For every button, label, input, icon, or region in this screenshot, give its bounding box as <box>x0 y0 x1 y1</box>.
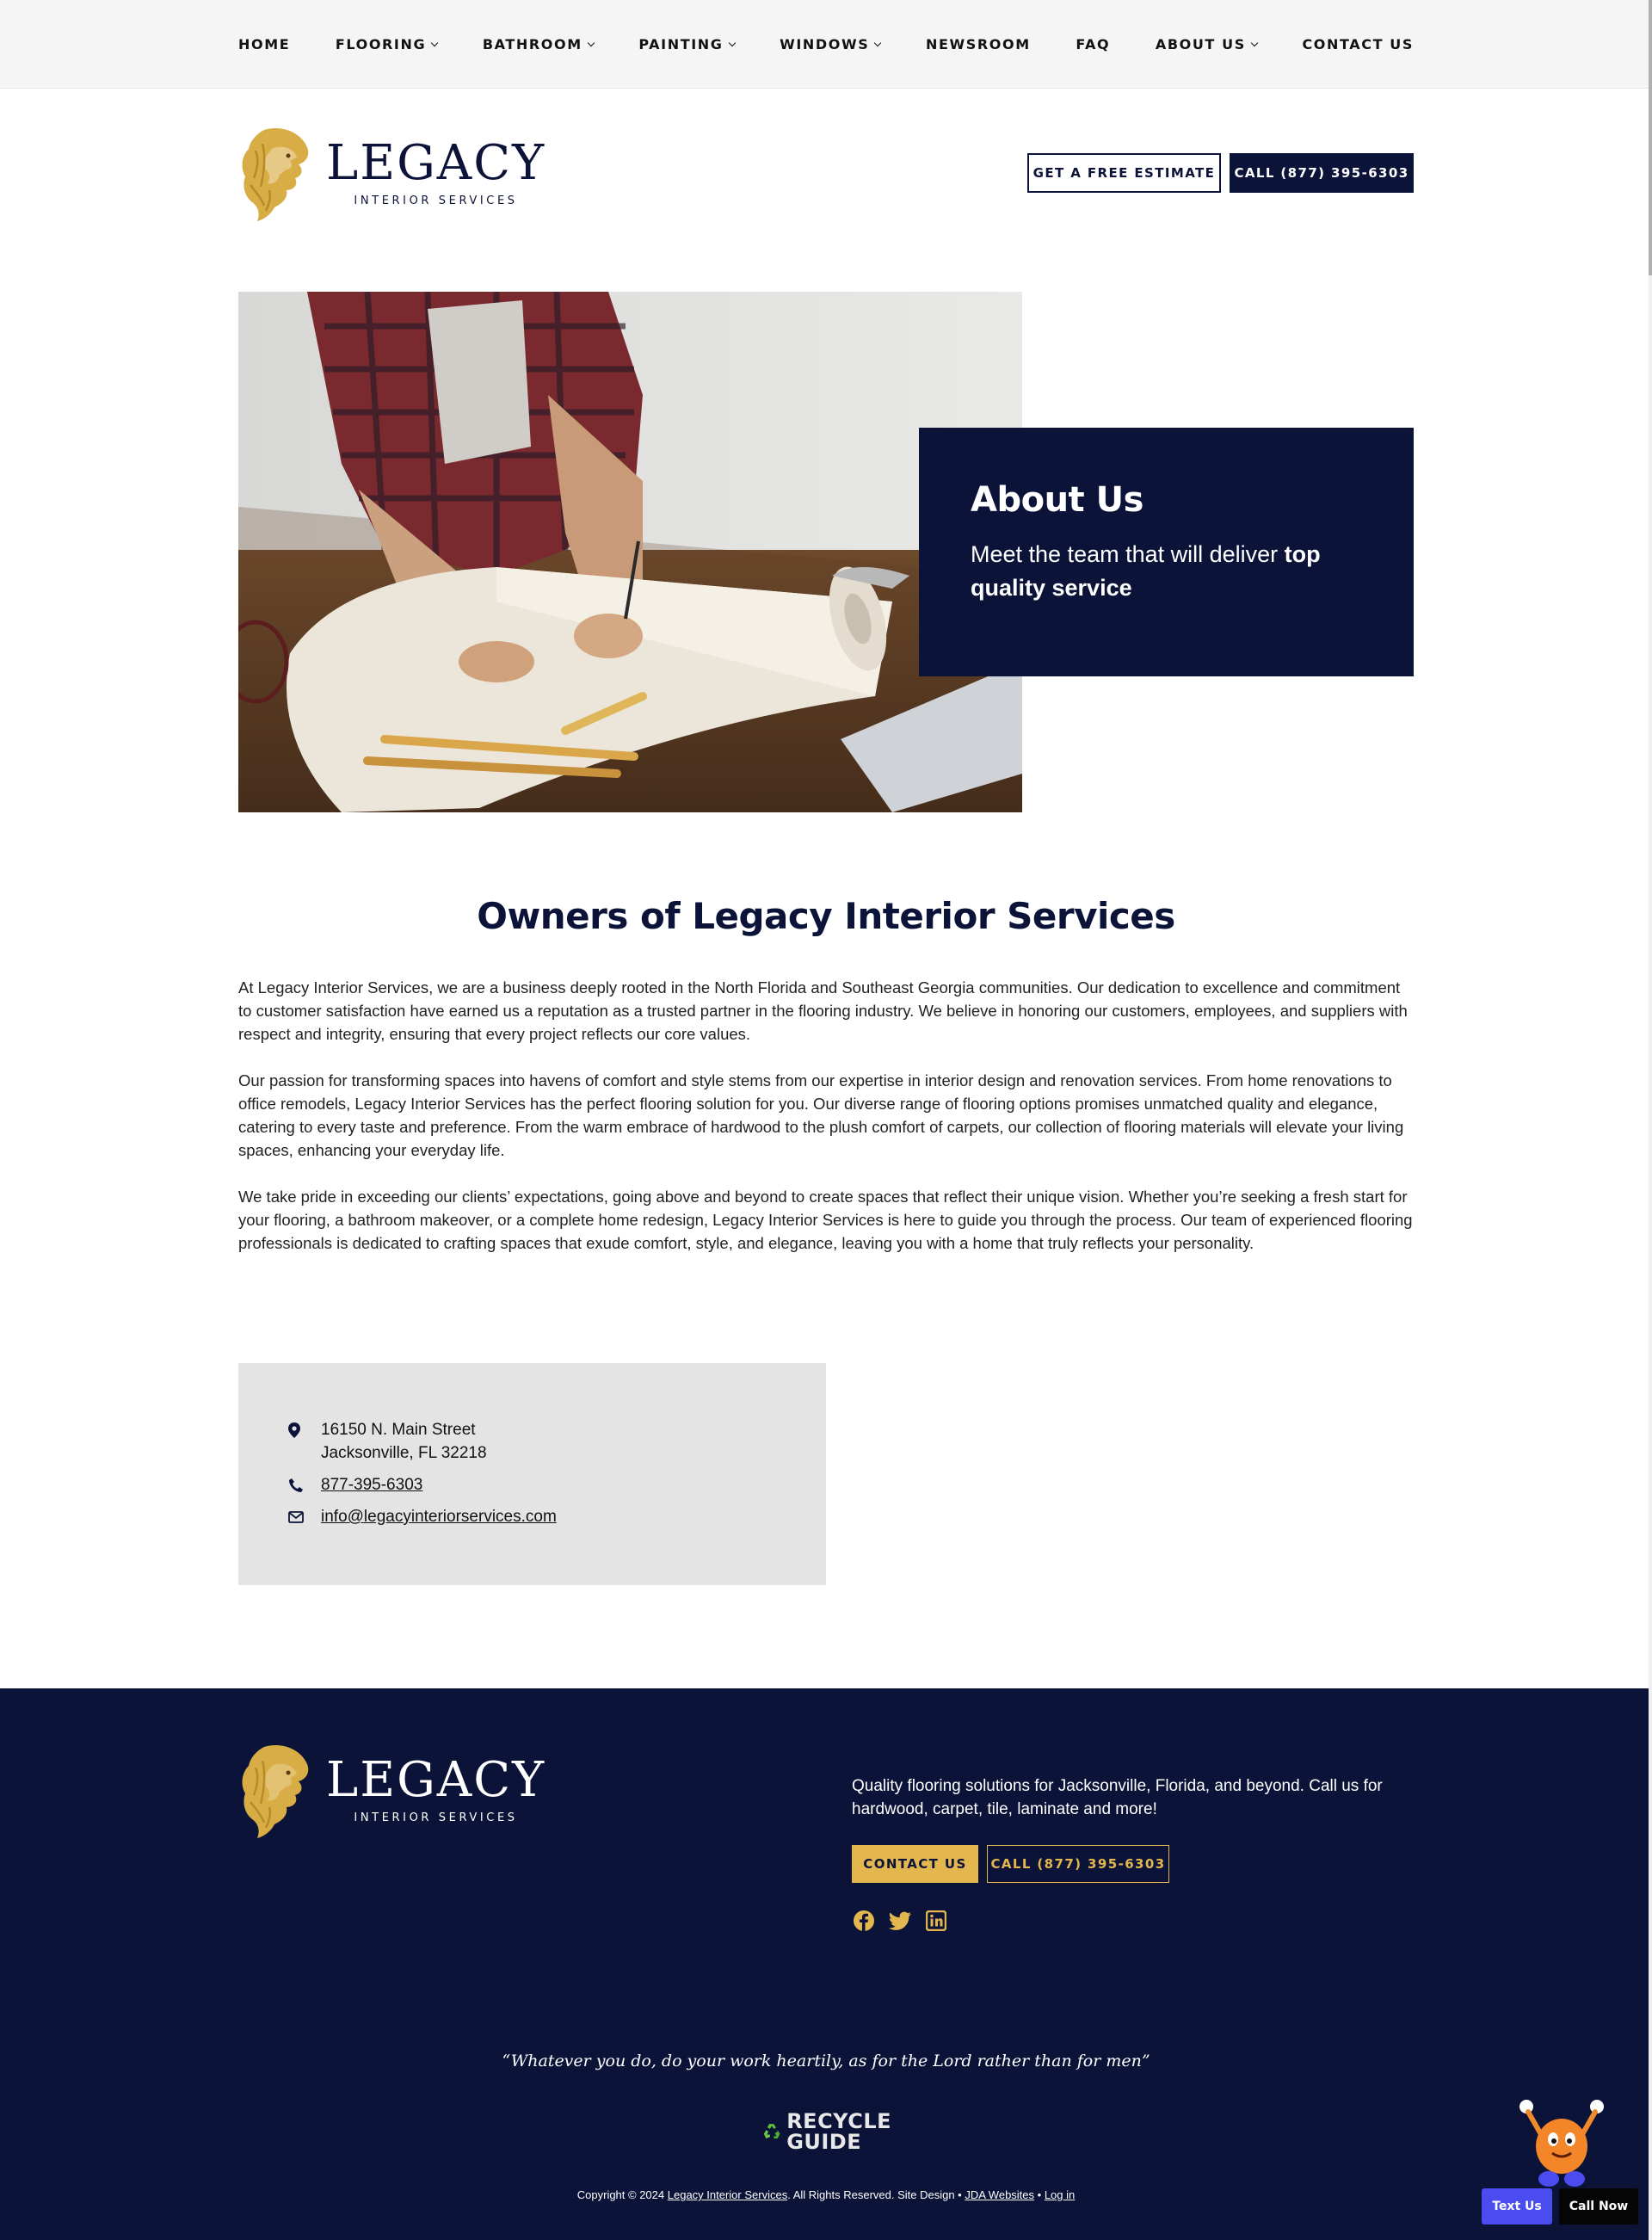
logo-brand-name: LEGACY <box>326 134 546 191</box>
copyright-middle: . All Rights Reserved. Site Design • <box>787 2188 965 2201</box>
nav-label: FAQ <box>1076 36 1111 52</box>
footer-tagline: Quality flooring solutions for Jacksonvi… <box>852 1777 1383 1818</box>
login-link[interactable]: Log in <box>1045 2188 1075 2201</box>
nav-menu: HOME FLOORING BATHROOM PAINTING WINDOWS … <box>238 0 1414 89</box>
call-button[interactable]: CALL (877) 395-6303 <box>1230 153 1414 193</box>
recycle-icon <box>763 2124 780 2138</box>
envelope-icon <box>288 1505 321 1528</box>
recycle-guide-badge[interactable]: RECYCLE GUIDE <box>762 2108 891 2155</box>
contact-card: 16150 N. Main Street Jacksonville, FL 32… <box>238 1363 826 1585</box>
nav-item-windows[interactable]: WINDOWS <box>780 36 882 52</box>
phone-row: 877-395-6303 <box>288 1473 826 1496</box>
social-links <box>852 1909 948 1933</box>
map-pin-icon <box>288 1418 321 1441</box>
logo-tagline: INTERIOR SERVICES <box>354 1811 518 1824</box>
recycle-line1: RECYCLE <box>786 2109 891 2133</box>
top-navigation: HOME FLOORING BATHROOM PAINTING WINDOWS … <box>0 0 1652 89</box>
facebook-icon[interactable] <box>852 1909 876 1933</box>
about-body: At Legacy Interior Services, we are a bu… <box>238 976 1414 1278</box>
recycle-line2: GUIDE <box>786 2130 862 2154</box>
nav-item-flooring[interactable]: FLOORING <box>335 36 439 52</box>
nav-label: NEWSROOM <box>925 36 1031 52</box>
phone-link[interactable]: 877-395-6303 <box>321 1473 422 1496</box>
nav-item-faq[interactable]: FAQ <box>1076 36 1110 52</box>
nav-label: CONTACT US <box>1302 36 1414 52</box>
nav-label: ABOUT US <box>1155 36 1246 52</box>
lion-logo-icon <box>242 128 309 221</box>
designer-drafting-illustration <box>238 292 1022 812</box>
address-line1: 16150 N. Main Street <box>321 1421 476 1439</box>
free-estimate-button[interactable]: GET A FREE ESTIMATE <box>1027 153 1221 193</box>
footer-contact-button[interactable]: CONTACT US <box>852 1845 978 1883</box>
header-logo[interactable]: LEGACY INTERIOR SERVICES <box>238 125 546 221</box>
footer-logo[interactable]: LEGACY INTERIOR SERVICES <box>238 1742 546 1838</box>
chevron-down-icon <box>1250 39 1259 46</box>
address: 16150 N. Main Street Jacksonville, FL 32… <box>321 1418 487 1465</box>
phone-icon <box>288 1473 321 1496</box>
hero-subtitle-text: Meet the team that will deliver <box>971 541 1285 567</box>
hero-title: About Us <box>971 480 1143 520</box>
footer-call-button[interactable]: CALL (877) 395-6303 <box>987 1845 1169 1883</box>
nav-label: WINDOWS <box>780 36 870 52</box>
nav-item-newsroom[interactable]: NEWSROOM <box>926 36 1031 52</box>
address-line2: Jacksonville, FL 32218 <box>321 1444 487 1462</box>
logo-tagline: INTERIOR SERVICES <box>354 194 518 207</box>
scrollbar-thumb[interactable] <box>1649 0 1652 275</box>
nav-item-painting[interactable]: PAINTING <box>638 36 736 52</box>
about-paragraph: Our passion for transforming spaces into… <box>238 1071 1404 1159</box>
chevron-down-icon <box>430 39 439 46</box>
owners-heading: Owners of Legacy Interior Services <box>477 895 1175 937</box>
logo-wordmark: LEGACY INTERIOR SERVICES <box>326 139 546 207</box>
page-scrollbar[interactable] <box>1649 0 1652 2240</box>
about-paragraph: We take pride in exceeding our clients’ … <box>238 1188 1413 1252</box>
mascot-chat-icon[interactable] <box>1514 2096 1609 2191</box>
nav-label: FLOORING <box>335 36 427 52</box>
text-us-button[interactable]: Text Us <box>1482 2188 1552 2225</box>
address-row: 16150 N. Main Street Jacksonville, FL 32… <box>288 1418 826 1465</box>
copyright: Copyright © 2024 Legacy Interior Service… <box>0 2188 1652 2201</box>
nav-item-home[interactable]: HOME <box>238 36 290 52</box>
company-link[interactable]: Legacy Interior Services <box>668 2188 787 2201</box>
nav-label: PAINTING <box>638 36 724 52</box>
chevron-down-icon <box>728 39 736 46</box>
copyright-prefix: Copyright © 2024 <box>576 2188 668 2201</box>
call-now-button[interactable]: Call Now <box>1559 2188 1638 2225</box>
recycle-guide-text: RECYCLE GUIDE <box>786 2111 891 2152</box>
nav-item-bathroom[interactable]: BATHROOM <box>482 36 595 52</box>
nav-label: BATHROOM <box>482 36 583 52</box>
nav-label: HOME <box>238 36 291 52</box>
lion-logo-icon <box>242 1745 309 1838</box>
hero-callout: About Us Meet the team that will deliver… <box>919 428 1414 676</box>
footer-quote: “Whatever you do, do your work heartily,… <box>502 2052 1150 2070</box>
logo-wordmark: LEGACY INTERIOR SERVICES <box>326 1756 546 1824</box>
linkedin-icon[interactable] <box>924 1909 948 1933</box>
twitter-icon[interactable] <box>888 1909 912 1933</box>
nav-item-about-us[interactable]: ABOUT US <box>1155 36 1259 52</box>
site-design-link[interactable]: JDA Websites <box>965 2188 1034 2201</box>
chevron-down-icon <box>874 39 882 46</box>
nav-item-contact-us[interactable]: CONTACT US <box>1302 36 1414 52</box>
logo-brand-name: LEGACY <box>326 1751 546 1808</box>
about-paragraph: At Legacy Interior Services, we are a bu… <box>238 978 1408 1043</box>
copyright-separator: • <box>1034 2188 1045 2201</box>
chevron-down-icon <box>587 39 595 46</box>
email-row: info@legacyinteriorservices.com <box>288 1505 826 1528</box>
hero-subtitle: Meet the team that will deliver top qual… <box>971 538 1362 605</box>
email-link[interactable]: info@legacyinteriorservices.com <box>321 1505 557 1528</box>
hero-image <box>238 292 1022 812</box>
